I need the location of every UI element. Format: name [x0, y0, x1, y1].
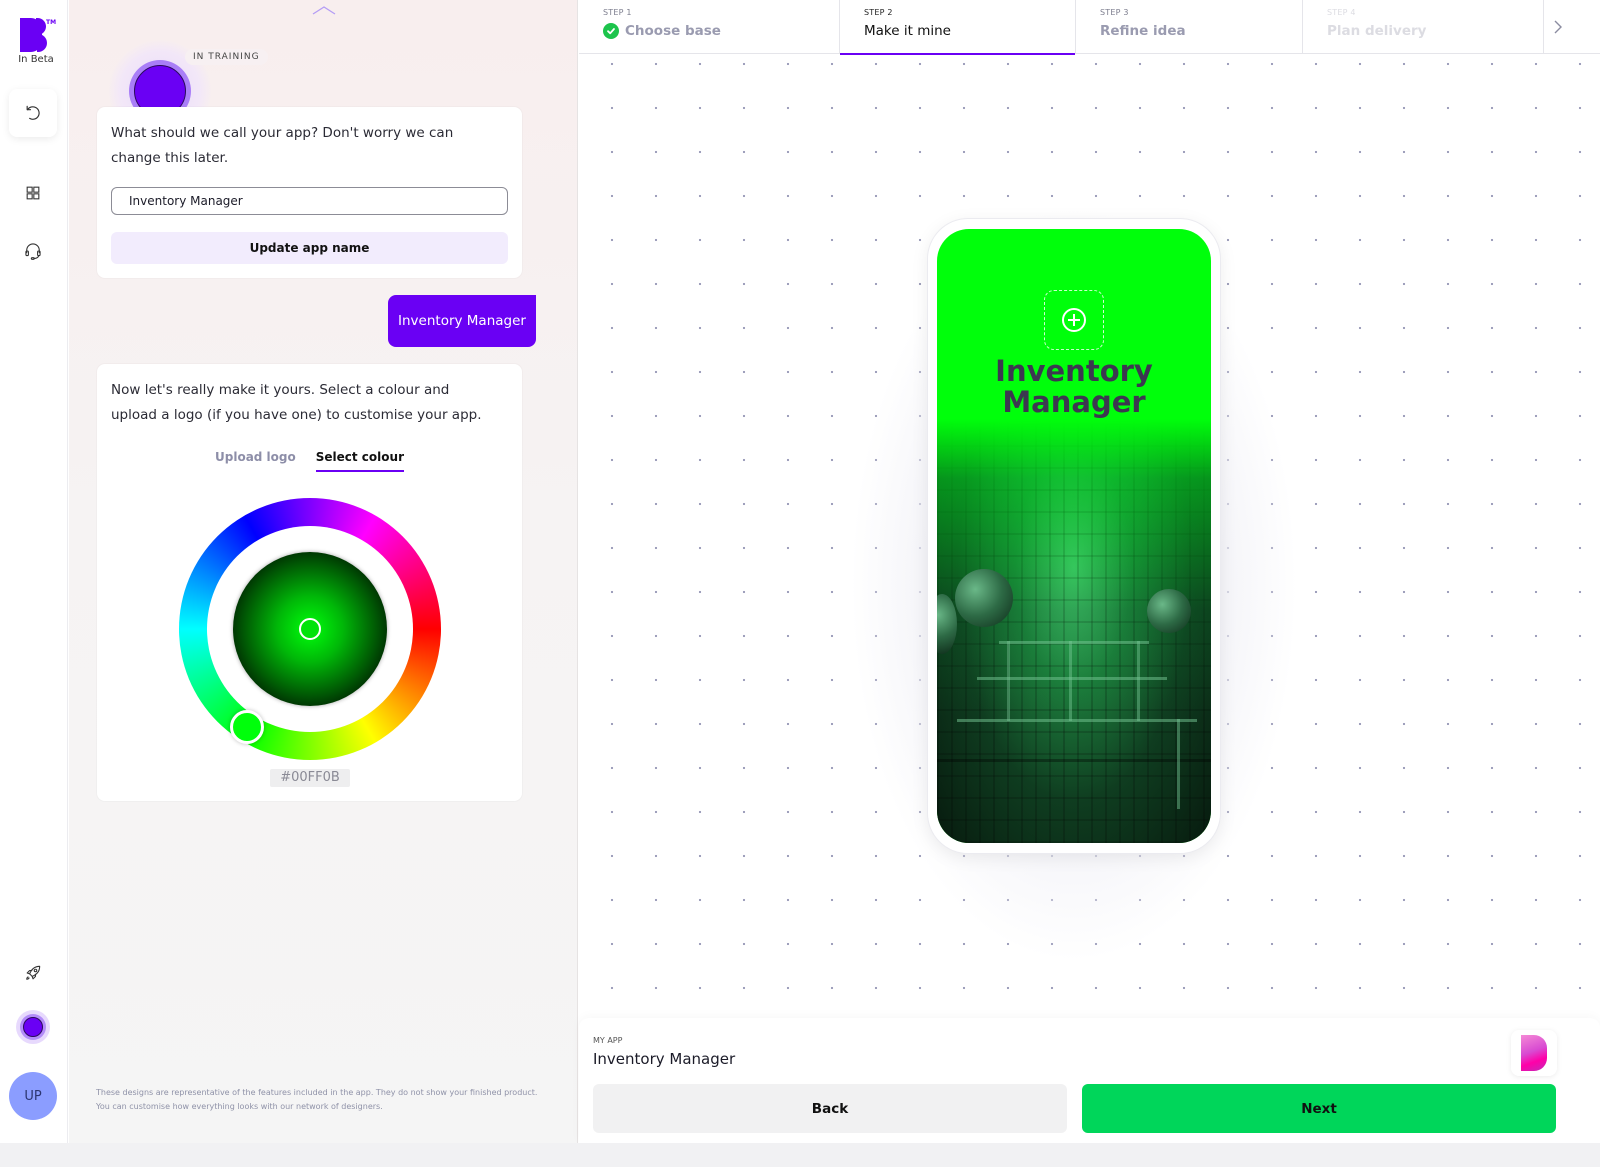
phone-mockup: Inventory Manager	[928, 219, 1220, 853]
steps-next-button[interactable]	[1544, 0, 1571, 54]
grid-button[interactable]	[9, 169, 57, 217]
footer-bar: MY APP Inventory Manager Back Next	[579, 1018, 1600, 1143]
left-rail: TM In Beta UP	[0, 0, 68, 1143]
headset-icon	[25, 243, 41, 260]
window-bottom-edge	[0, 1143, 1600, 1167]
assistant-orb-button[interactable]	[16, 1010, 50, 1044]
training-badge: IN TRAINING	[185, 49, 268, 65]
hue-handle[interactable]	[230, 710, 264, 744]
customise-tabs: Upload logo Select colour	[97, 450, 522, 472]
beta-label: In Beta	[18, 54, 54, 65]
logo-upload-slot[interactable]	[1044, 290, 1104, 350]
my-app-name: Inventory Manager	[593, 1050, 736, 1068]
customise-card: Now let's really make it yours. Select a…	[97, 364, 522, 801]
user-avatar[interactable]: UP	[9, 1072, 57, 1120]
plus-circle-icon	[1062, 308, 1086, 332]
user-message-bubble: Inventory Manager	[388, 295, 536, 347]
step-refine-idea[interactable]: STEP 3 Refine idea	[1076, 0, 1303, 54]
tab-select-colour[interactable]: Select colour	[315, 450, 404, 472]
trademark-label: TM	[46, 19, 57, 26]
assistant-orb-icon	[23, 1017, 43, 1037]
chevron-right-icon	[1554, 20, 1562, 34]
tab-upload-logo[interactable]: Upload logo	[215, 450, 296, 472]
app-title: Inventory Manager	[995, 354, 1153, 419]
shade-handle[interactable]	[299, 618, 321, 640]
launch-button[interactable]	[9, 949, 57, 997]
chat-panel: IN TRAINING What should we call your app…	[69, 0, 578, 1143]
app-splash-screen: Inventory Manager	[937, 229, 1211, 843]
step-plan-delivery: STEP 4 Plan delivery	[1303, 0, 1544, 54]
builder-brand-icon	[1511, 1030, 1557, 1076]
step-choose-base[interactable]: STEP 1 Choose base	[579, 0, 840, 54]
factory-background-image	[937, 419, 1211, 843]
update-app-name-button[interactable]: Update app name	[111, 232, 508, 264]
app-name-card: What should we call your app? Don't worr…	[97, 107, 522, 278]
grid-icon	[26, 186, 40, 200]
back-button[interactable]: Back	[593, 1084, 1067, 1133]
check-circle-icon	[603, 23, 619, 39]
preview-panel: STEP 1 Choose base STEP 2 Make it mine S…	[579, 0, 1600, 1143]
support-button[interactable]	[9, 227, 57, 275]
name-prompt: What should we call your app? Don't worr…	[111, 125, 454, 166]
app-name-input[interactable]	[111, 187, 508, 215]
my-app-label: MY APP	[593, 1036, 623, 1045]
undo-icon	[26, 105, 40, 120]
hex-value: #00FF0B	[270, 769, 350, 787]
builder-logo[interactable]: TM In Beta	[14, 18, 58, 68]
next-button[interactable]: Next	[1082, 1084, 1556, 1133]
step-nav: STEP 1 Choose base STEP 2 Make it mine S…	[579, 0, 1600, 55]
rocket-icon	[26, 965, 41, 980]
step-make-it-mine[interactable]: STEP 2 Make it mine	[840, 0, 1076, 55]
undo-button[interactable]	[9, 89, 57, 137]
logo-mark-icon	[20, 18, 47, 52]
customise-prompt: Now let's really make it yours. Select a…	[111, 382, 482, 423]
chevron-up-icon[interactable]	[311, 4, 337, 16]
preview-canvas: Inventory Manager	[579, 55, 1600, 1015]
hue-wheel[interactable]	[179, 498, 441, 760]
disclaimer: These designs are representative of the …	[96, 1088, 538, 1111]
